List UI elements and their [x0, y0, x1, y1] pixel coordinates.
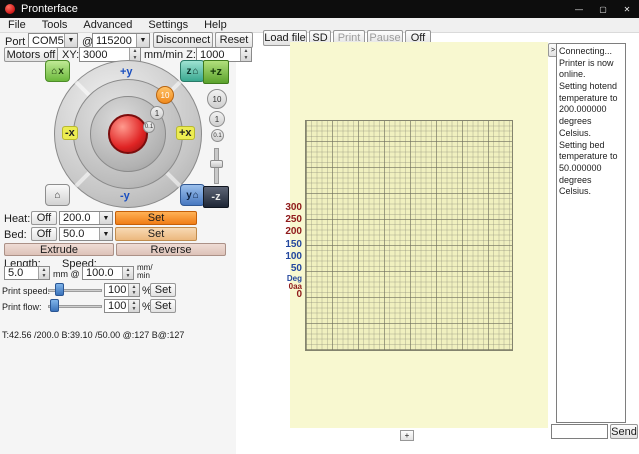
jog-z-minus-button[interactable]: -z	[203, 186, 229, 208]
port-select[interactable]: COM5 ▼	[28, 33, 78, 48]
menu-file[interactable]: File	[0, 18, 34, 33]
temperature-gauge: 300 250 200 150 100 50 Deg 0aa 0	[274, 203, 302, 301]
home-icon: ⌂	[192, 66, 198, 77]
z-slider-handle[interactable]	[210, 160, 223, 168]
disconnect-button[interactable]: Disconnect	[153, 32, 213, 48]
z-step-10[interactable]: 10	[207, 89, 227, 109]
spinner-arrows-icon[interactable]: ▲▼	[240, 48, 251, 61]
viewport-expand-button[interactable]: +	[400, 430, 414, 441]
gauge-tick: 200	[285, 227, 302, 237]
print-speed-input[interactable]: 100 ▲▼	[104, 283, 140, 297]
home-icon: ⌂	[51, 66, 57, 77]
gauge-tick: 300	[285, 203, 302, 213]
mm-at-label: mm @	[53, 269, 80, 279]
print-flow-set-button[interactable]: Set	[150, 299, 176, 313]
jog-step-0-1[interactable]: 0.1	[143, 121, 155, 133]
print-flow-input[interactable]: 100 ▲▼	[104, 299, 140, 313]
jog-x-plus-button[interactable]: +x	[176, 126, 195, 140]
title-bar[interactable]: Pronterface — ▢ ✕	[0, 0, 639, 18]
heat-label: Heat:	[4, 213, 30, 225]
gauge-tick: 250	[285, 215, 302, 225]
extrude-speed-input[interactable]: 100.0 ▲▼	[82, 266, 134, 280]
jog-step-1[interactable]: 1	[150, 106, 164, 120]
reset-button[interactable]: Reset	[215, 32, 253, 48]
home-x-button[interactable]: ⌂ x	[45, 60, 70, 82]
home-icon: ⌂	[54, 190, 60, 201]
heat-off-button[interactable]: Off	[31, 211, 57, 225]
dropdown-arrow-icon: ▼	[99, 228, 112, 240]
build-plate-grid[interactable]	[305, 120, 513, 351]
bed-off-button[interactable]: Off	[31, 227, 57, 241]
print-speed-slider[interactable]	[48, 283, 102, 297]
extrude-button[interactable]: Extrude	[4, 243, 114, 256]
gauge-tick: 100	[285, 252, 302, 262]
jog-center-button[interactable]	[108, 114, 148, 154]
reverse-button[interactable]: Reverse	[116, 243, 226, 256]
home-z-button[interactable]: z ⌂	[180, 60, 205, 82]
build-plate-viewport[interactable]: +	[290, 42, 548, 428]
baud-select[interactable]: 115200 ▼	[92, 33, 150, 48]
dropdown-arrow-icon: ▼	[136, 34, 149, 47]
z-step-0-1[interactable]: 0.1	[211, 129, 224, 142]
temperature-status-text: T:42.56 /200.0 B:39.10 /50.00 @:127 B@:1…	[2, 330, 184, 340]
jog-x-minus-button[interactable]: -x	[62, 126, 78, 140]
length-input[interactable]: 5.0 ▲▼	[4, 266, 50, 280]
gauge-tick: 0	[296, 290, 302, 300]
menu-help[interactable]: Help	[196, 18, 235, 33]
slider-thumb[interactable]	[50, 299, 59, 312]
jog-y-plus-button[interactable]: +y	[120, 66, 133, 78]
spinner-arrows-icon[interactable]: ▲▼	[38, 267, 49, 279]
unit-min-label: min	[137, 271, 150, 280]
spinner-arrows-icon[interactable]: ▲▼	[128, 284, 139, 296]
jog-z-plus-button[interactable]: +z	[203, 60, 229, 84]
gauge-tick: 150	[285, 240, 302, 250]
z-step-1[interactable]: 1	[209, 111, 225, 127]
heat-set-button[interactable]: Set	[115, 211, 197, 225]
send-button[interactable]: Send	[610, 424, 638, 439]
heat-temp-select[interactable]: 200.0 ▼	[59, 211, 113, 225]
slider-thumb[interactable]	[55, 283, 64, 296]
print-speed-set-button[interactable]: Set	[150, 283, 176, 297]
app-icon	[5, 4, 15, 14]
menu-advanced[interactable]: Advanced	[75, 18, 140, 33]
close-icon[interactable]: ✕	[615, 0, 639, 18]
home-icon: ⌂	[193, 190, 199, 201]
home-all-button[interactable]: ⌂	[45, 184, 70, 206]
home-y-button[interactable]: y ⌂	[180, 184, 205, 206]
jog-step-10[interactable]: 10	[156, 86, 174, 104]
maximize-icon[interactable]: ▢	[591, 0, 615, 18]
bed-set-button[interactable]: Set	[115, 227, 197, 241]
menu-tools[interactable]: Tools	[34, 18, 76, 33]
window-title: Pronterface	[21, 3, 78, 15]
pronterface-window: Pronterface — ▢ ✕ File Tools Advanced Se…	[0, 0, 639, 454]
minimize-icon[interactable]: —	[567, 0, 591, 18]
print-flow-slider[interactable]	[48, 299, 102, 313]
bed-label: Bed:	[4, 229, 27, 241]
dropdown-arrow-icon: ▼	[64, 34, 77, 47]
console-log[interactable]: Connecting... Printer is now online. Set…	[556, 43, 626, 423]
spinner-arrows-icon[interactable]: ▲▼	[128, 300, 139, 312]
print-flow-label: Print flow:	[2, 302, 42, 312]
spinner-arrows-icon[interactable]: ▲▼	[122, 267, 133, 279]
bed-temp-select[interactable]: 50.0 ▼	[59, 227, 113, 241]
command-input[interactable]	[551, 424, 608, 439]
print-speed-label: Print speed:	[2, 286, 50, 296]
jog-y-minus-button[interactable]: -y	[120, 190, 130, 202]
dropdown-arrow-icon: ▼	[99, 212, 112, 224]
gauge-tick: 50	[291, 264, 302, 274]
menu-settings[interactable]: Settings	[140, 18, 196, 33]
